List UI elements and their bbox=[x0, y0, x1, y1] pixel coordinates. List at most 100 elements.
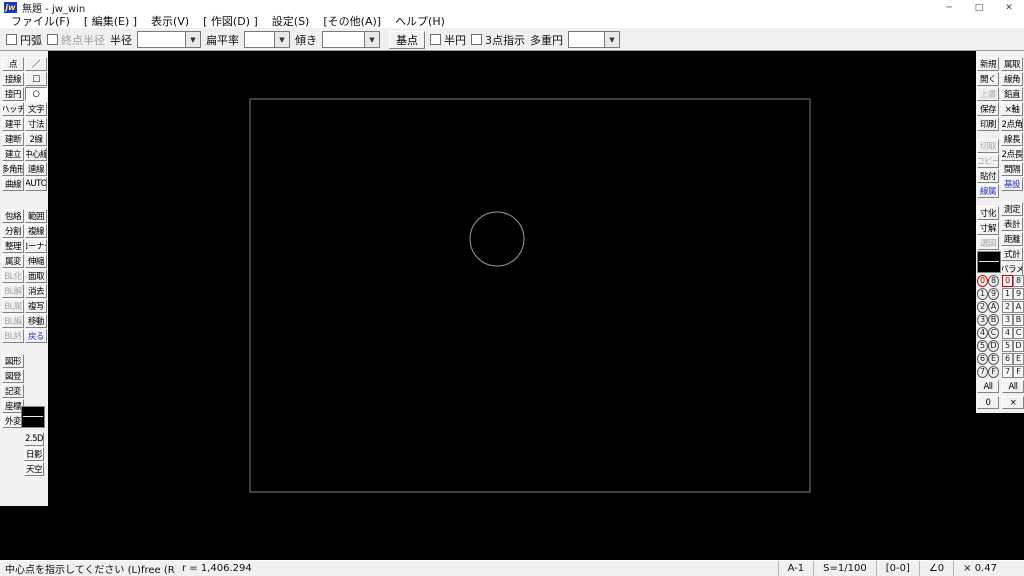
save-as-button[interactable]: 保存 bbox=[977, 102, 999, 116]
minimize-button[interactable]: ─ bbox=[934, 0, 964, 15]
double-line-button[interactable]: 2線 bbox=[25, 132, 47, 146]
divide-button[interactable]: 分割 bbox=[2, 224, 24, 238]
layer-group-0-button[interactable]: 0 bbox=[977, 275, 988, 287]
menu-others[interactable]: [その他(A)] bbox=[316, 15, 388, 29]
layer-3-button[interactable]: 3 bbox=[1002, 314, 1013, 326]
layer-protect-button[interactable]: × bbox=[1002, 396, 1024, 409]
tangent-line-button[interactable]: 接線 bbox=[2, 72, 24, 86]
layer-group-2-button[interactable]: 2 bbox=[977, 301, 988, 313]
two-five-d-button[interactable]: 2.5D bbox=[24, 432, 44, 446]
layer-group-1-button[interactable]: 1 bbox=[977, 288, 988, 300]
open-file-button[interactable]: 開く bbox=[977, 72, 999, 86]
point-button[interactable]: 点 bbox=[2, 57, 24, 71]
line-attribute-button[interactable]: 線属 bbox=[977, 184, 999, 198]
auto-mode-button[interactable]: AUTO bbox=[25, 177, 47, 191]
slope-dropdown-icon[interactable]: ▼ bbox=[364, 32, 379, 47]
text-button[interactable]: 文字 bbox=[25, 102, 47, 116]
interval-get-button[interactable]: 間隔 bbox=[1001, 162, 1023, 176]
arc-checkbox-box[interactable] bbox=[6, 34, 17, 45]
slope-input[interactable] bbox=[323, 32, 364, 47]
range-button[interactable]: 範囲 bbox=[25, 209, 47, 223]
layer-1-button[interactable]: 1 bbox=[1002, 288, 1013, 300]
measure-button[interactable]: 測定 bbox=[1001, 202, 1023, 216]
layer-E-button[interactable]: E bbox=[1013, 353, 1024, 365]
layer-group-3-button[interactable]: 3 bbox=[977, 314, 988, 326]
base-point-button[interactable]: 基点 bbox=[389, 30, 425, 49]
layer-group-C-button[interactable]: C bbox=[988, 327, 999, 339]
x-axis-angle-button[interactable]: ×軸 bbox=[1001, 102, 1023, 116]
line-button[interactable]: ／ bbox=[25, 57, 47, 71]
layer-D-button[interactable]: D bbox=[1013, 340, 1024, 352]
chamfer-button[interactable]: 面取 bbox=[25, 269, 47, 283]
layer-F-button[interactable]: F bbox=[1013, 366, 1024, 378]
menu-help[interactable]: ヘルプ(H) bbox=[388, 15, 452, 29]
notation-change-button[interactable]: 記変 bbox=[2, 384, 24, 398]
arc-checkbox[interactable]: 円弧 bbox=[6, 32, 42, 48]
erase-button[interactable]: 消去 bbox=[25, 284, 47, 298]
envelope-button[interactable]: 包絡 bbox=[2, 209, 24, 223]
line-attribute-preview[interactable] bbox=[977, 251, 1001, 273]
menu-edit[interactable]: [ 編集(E) ] bbox=[77, 15, 144, 29]
group-zero-button[interactable]: 0 bbox=[977, 396, 999, 409]
layer-C-button[interactable]: C bbox=[1013, 327, 1024, 339]
organize-button[interactable]: 整理 bbox=[2, 239, 24, 253]
copy-button[interactable]: 複写 bbox=[25, 299, 47, 313]
half-circle-checkbox[interactable]: 半円 bbox=[430, 32, 466, 48]
line-length-get-button[interactable]: 線長 bbox=[1001, 132, 1023, 146]
layer-all-button[interactable]: All bbox=[1002, 380, 1024, 393]
flatness-combobox[interactable]: ▼ bbox=[244, 31, 290, 48]
layer-2-button[interactable]: 2 bbox=[1002, 301, 1013, 313]
extend-trim-button[interactable]: 伸縮 bbox=[25, 254, 47, 268]
rectangle-button[interactable]: □ bbox=[25, 72, 47, 86]
close-button[interactable]: ✕ bbox=[994, 0, 1024, 15]
three-point-checkbox[interactable]: 3点指示 bbox=[471, 32, 525, 48]
perpendicular-angle-button[interactable]: 鉛直 bbox=[1001, 87, 1023, 101]
center-line-button[interactable]: 中心線 bbox=[25, 147, 47, 161]
half-circle-checkbox-box[interactable] bbox=[430, 34, 441, 45]
basic-settings-button[interactable]: 基設 bbox=[1001, 177, 1023, 191]
shadow-button[interactable]: 日影 bbox=[24, 447, 44, 461]
status-zoom-ratio[interactable]: × 0.47 bbox=[953, 561, 1006, 576]
menu-draw[interactable]: [ 作図(D) ] bbox=[196, 15, 265, 29]
figure-register-button[interactable]: 図登 bbox=[2, 369, 24, 383]
tangent-circle-button[interactable]: 接円 bbox=[2, 87, 24, 101]
radius-combobox[interactable]: ▼ bbox=[137, 31, 201, 48]
flatness-input[interactable] bbox=[245, 32, 274, 47]
layer-group-7-button[interactable]: 7 bbox=[977, 366, 988, 378]
multi-circle-combobox[interactable]: ▼ bbox=[568, 31, 620, 48]
two-point-length-button[interactable]: 2点長 bbox=[1001, 147, 1023, 161]
group-all-button[interactable]: All bbox=[977, 380, 999, 393]
dimension-button[interactable]: 寸法 bbox=[25, 117, 47, 131]
distance-point-button[interactable]: 距離 bbox=[1001, 232, 1023, 246]
layer-group-4-button[interactable]: 4 bbox=[977, 327, 988, 339]
status-paper-size[interactable]: A-1 bbox=[777, 561, 814, 576]
print-button[interactable]: 印刷 bbox=[977, 117, 999, 131]
new-file-button[interactable]: 新規 bbox=[977, 57, 999, 71]
undo-button[interactable]: 戻る bbox=[25, 329, 47, 343]
polygon-button[interactable]: 多角形 bbox=[2, 162, 24, 176]
corner-button[interactable]: コーナー bbox=[25, 239, 47, 253]
menu-view[interactable]: 表示(V) bbox=[144, 15, 196, 29]
layer-5-button[interactable]: 5 bbox=[1002, 340, 1013, 352]
figure-button[interactable]: 図形 bbox=[2, 354, 24, 368]
dim-convert-button[interactable]: 寸化 bbox=[977, 206, 999, 220]
building-section-button[interactable]: 建断 bbox=[2, 132, 24, 146]
layer-9-button[interactable]: 9 bbox=[1013, 288, 1024, 300]
layer-A-button[interactable]: A bbox=[1013, 301, 1024, 313]
restore-button[interactable]: □ bbox=[964, 0, 994, 15]
status-axis-angle[interactable]: ∠0 bbox=[918, 561, 953, 576]
offset-line-button[interactable]: 複線 bbox=[25, 224, 47, 238]
building-elevation-button[interactable]: 建立 bbox=[2, 147, 24, 161]
layer-group-A-button[interactable]: A bbox=[988, 301, 999, 313]
paste-button[interactable]: 貼付 bbox=[977, 169, 999, 183]
layer-8-button[interactable]: 8 bbox=[1013, 275, 1024, 287]
radius-input[interactable] bbox=[138, 32, 185, 47]
drawing-canvas[interactable] bbox=[0, 51, 1024, 560]
table-calc-button[interactable]: 表計 bbox=[1001, 217, 1023, 231]
slope-combobox[interactable]: ▼ bbox=[322, 31, 380, 48]
attribute-change-button[interactable]: 属変 bbox=[2, 254, 24, 268]
layer-group-6-button[interactable]: 6 bbox=[977, 353, 988, 365]
connected-line-button[interactable]: 連線 bbox=[25, 162, 47, 176]
three-point-checkbox-box[interactable] bbox=[471, 34, 482, 45]
status-scale[interactable]: S=1/100 bbox=[813, 561, 876, 576]
